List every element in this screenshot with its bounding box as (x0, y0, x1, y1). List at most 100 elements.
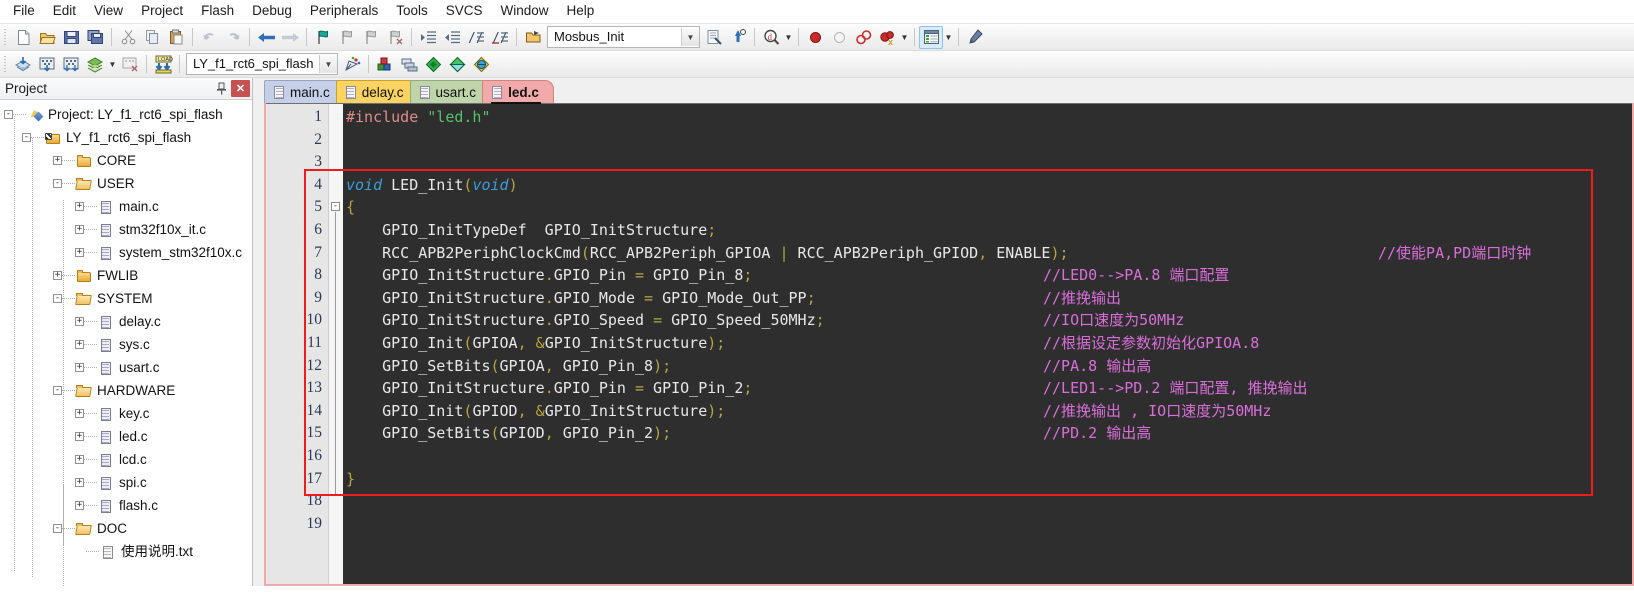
batch-build-icon[interactable] (83, 53, 107, 76)
bookmark-prev-icon[interactable] (335, 26, 359, 49)
open-declaration-icon[interactable] (702, 26, 726, 49)
navigate-back-icon[interactable] (254, 26, 278, 49)
expand-toggle-icon[interactable]: + (75, 225, 84, 234)
indent-icon[interactable] (416, 26, 440, 49)
translate-icon[interactable] (11, 53, 35, 76)
menu-item-window[interactable]: Window (491, 0, 557, 22)
breakpoint-disable-icon[interactable] (827, 26, 851, 49)
chevron-down-icon[interactable]: ▼ (107, 53, 118, 76)
expand-toggle-icon[interactable]: + (75, 317, 84, 326)
tree-item-projectlyf1rct6spiflash[interactable]: - Project: LY_f1_rct6_spi_flash (0, 103, 252, 126)
expand-toggle-icon[interactable]: + (75, 248, 84, 257)
function-combo[interactable]: Mosbus_Init ▼ (547, 26, 700, 48)
tree-item-sys.c[interactable]: + sys.c (0, 333, 252, 356)
tree-item-systemstm32f10x.c[interactable]: + system_stm32f10x.c (0, 241, 252, 264)
bookmark-toggle-icon[interactable] (311, 26, 335, 49)
menu-item-file[interactable]: File (4, 0, 44, 22)
tree-item-stm32f10xit.c[interactable]: + stm32f10x_it.c (0, 218, 252, 241)
collapse-toggle-icon[interactable]: - (53, 524, 62, 533)
tree-item-main.c[interactable]: + main.c (0, 195, 252, 218)
navigate-forward-icon[interactable] (278, 26, 302, 49)
expand-toggle-icon[interactable]: + (75, 202, 84, 211)
menu-item-peripherals[interactable]: Peripherals (301, 0, 387, 22)
toolbar-grip[interactable] (2, 54, 9, 74)
tree-item-spi.c[interactable]: + spi.c (0, 471, 252, 494)
components-icon[interactable] (421, 53, 445, 76)
expand-toggle-icon[interactable]: + (75, 478, 84, 487)
build-icon[interactable] (35, 53, 59, 76)
breakpoint-disable-all-icon[interactable]: x (875, 26, 899, 49)
bookmark-next-icon[interactable] (359, 26, 383, 49)
menu-item-edit[interactable]: Edit (44, 0, 85, 22)
redo-icon[interactable] (221, 26, 245, 49)
expand-toggle-icon[interactable]: + (75, 455, 84, 464)
expand-toggle-icon[interactable]: + (75, 363, 84, 372)
target-combo[interactable]: LY_f1_rct6_spi_flash ▼ (186, 53, 338, 75)
copy-icon[interactable] (140, 26, 164, 49)
menu-item-help[interactable]: Help (558, 0, 604, 22)
chevron-down-icon[interactable]: ▼ (319, 55, 337, 73)
project-window-icon[interactable] (919, 25, 943, 49)
tree-item-hardware[interactable]: - HARDWARE (0, 379, 252, 402)
pin-icon[interactable] (211, 79, 231, 98)
editor-inner[interactable]: 1 2 3 4 5 6 7 8 9 10 11 12 13 14 15 16 17 18 19 - #include… (266, 103, 1632, 584)
menu-item-tools[interactable]: Tools (387, 0, 437, 22)
chevron-down-icon[interactable]: ▼ (681, 28, 699, 46)
download-icon[interactable]: LOAD (151, 53, 175, 76)
tree-item-lcd.c[interactable]: + lcd.c (0, 448, 252, 471)
paste-icon[interactable] (164, 26, 188, 49)
breakpoint-insert-icon[interactable] (803, 26, 827, 49)
expand-toggle-icon[interactable]: + (53, 271, 62, 280)
manage-runtime-env-icon[interactable] (469, 53, 493, 76)
tree-item-key.c[interactable]: + key.c (0, 402, 252, 425)
stop-build-icon[interactable] (118, 53, 142, 76)
expand-toggle-icon[interactable]: + (75, 340, 84, 349)
tree-item-doc[interactable]: - DOC (0, 517, 252, 540)
editor-tab-usart-c[interactable]: usart.c (409, 80, 492, 103)
undo-icon[interactable] (197, 26, 221, 49)
tree-item-.txt[interactable]: 使用说明.txt (0, 540, 252, 563)
toolbar-grip[interactable] (2, 27, 9, 47)
quick-search-icon[interactable]: d (759, 26, 783, 49)
project-tree[interactable]: - Project: LY_f1_rct6_spi_flash - LY_f1_rct… (0, 100, 252, 586)
outdent-icon[interactable] (440, 26, 464, 49)
chevron-down-icon[interactable]: ▼ (899, 26, 910, 49)
collapse-toggle-icon[interactable]: - (53, 179, 62, 188)
save-all-icon[interactable] (83, 26, 107, 49)
comment-lines-icon[interactable]: // (464, 26, 488, 49)
collapse-toggle-icon[interactable]: - (4, 110, 13, 119)
expand-toggle-icon[interactable]: + (75, 432, 84, 441)
open-file-icon[interactable] (35, 26, 59, 49)
tree-item-fwlib[interactable]: + FWLIB (0, 264, 252, 287)
fold-collapse-icon[interactable]: - (331, 202, 340, 212)
menu-item-debug[interactable]: Debug (243, 0, 301, 22)
open-browse-icon[interactable] (521, 26, 545, 49)
editor-tab-main-c[interactable]: main.c (264, 80, 345, 103)
find-in-files-icon[interactable] (726, 26, 750, 49)
rebuild-icon[interactable] (59, 53, 83, 76)
tree-item-delay.c[interactable]: + delay.c (0, 310, 252, 333)
close-icon[interactable]: ✕ (231, 80, 250, 97)
menu-item-project[interactable]: Project (132, 0, 192, 22)
tree-item-user[interactable]: - USER (0, 172, 252, 195)
tree-item-core[interactable]: + CORE (0, 149, 252, 172)
configuration-wizard-icon[interactable] (963, 26, 987, 49)
collapse-toggle-icon[interactable]: - (53, 294, 62, 303)
menu-item-svcs[interactable]: SVCS (437, 0, 492, 22)
collapse-toggle-icon[interactable]: - (22, 133, 31, 142)
tree-item-usart.c[interactable]: + usart.c (0, 356, 252, 379)
tree-item-flash.c[interactable]: + flash.c (0, 494, 252, 517)
collapse-toggle-icon[interactable]: - (53, 386, 62, 395)
manage-multi-project-icon[interactable] (397, 53, 421, 76)
new-file-icon[interactable] (11, 26, 35, 49)
cut-icon[interactable] (116, 26, 140, 49)
expand-toggle-icon[interactable]: + (75, 409, 84, 418)
tree-item-lyf1rct6spiflash[interactable]: - LY_f1_rct6_spi_flash (0, 126, 252, 149)
menu-item-flash[interactable]: Flash (192, 0, 243, 22)
breakpoint-kill-all-icon[interactable] (851, 26, 875, 49)
chevron-down-icon[interactable]: ▼ (943, 26, 954, 49)
uncomment-lines-icon[interactable]: // (488, 26, 512, 49)
save-icon[interactable] (59, 26, 83, 49)
tree-item-system[interactable]: - SYSTEM (0, 287, 252, 310)
target-options-icon[interactable] (340, 53, 364, 76)
